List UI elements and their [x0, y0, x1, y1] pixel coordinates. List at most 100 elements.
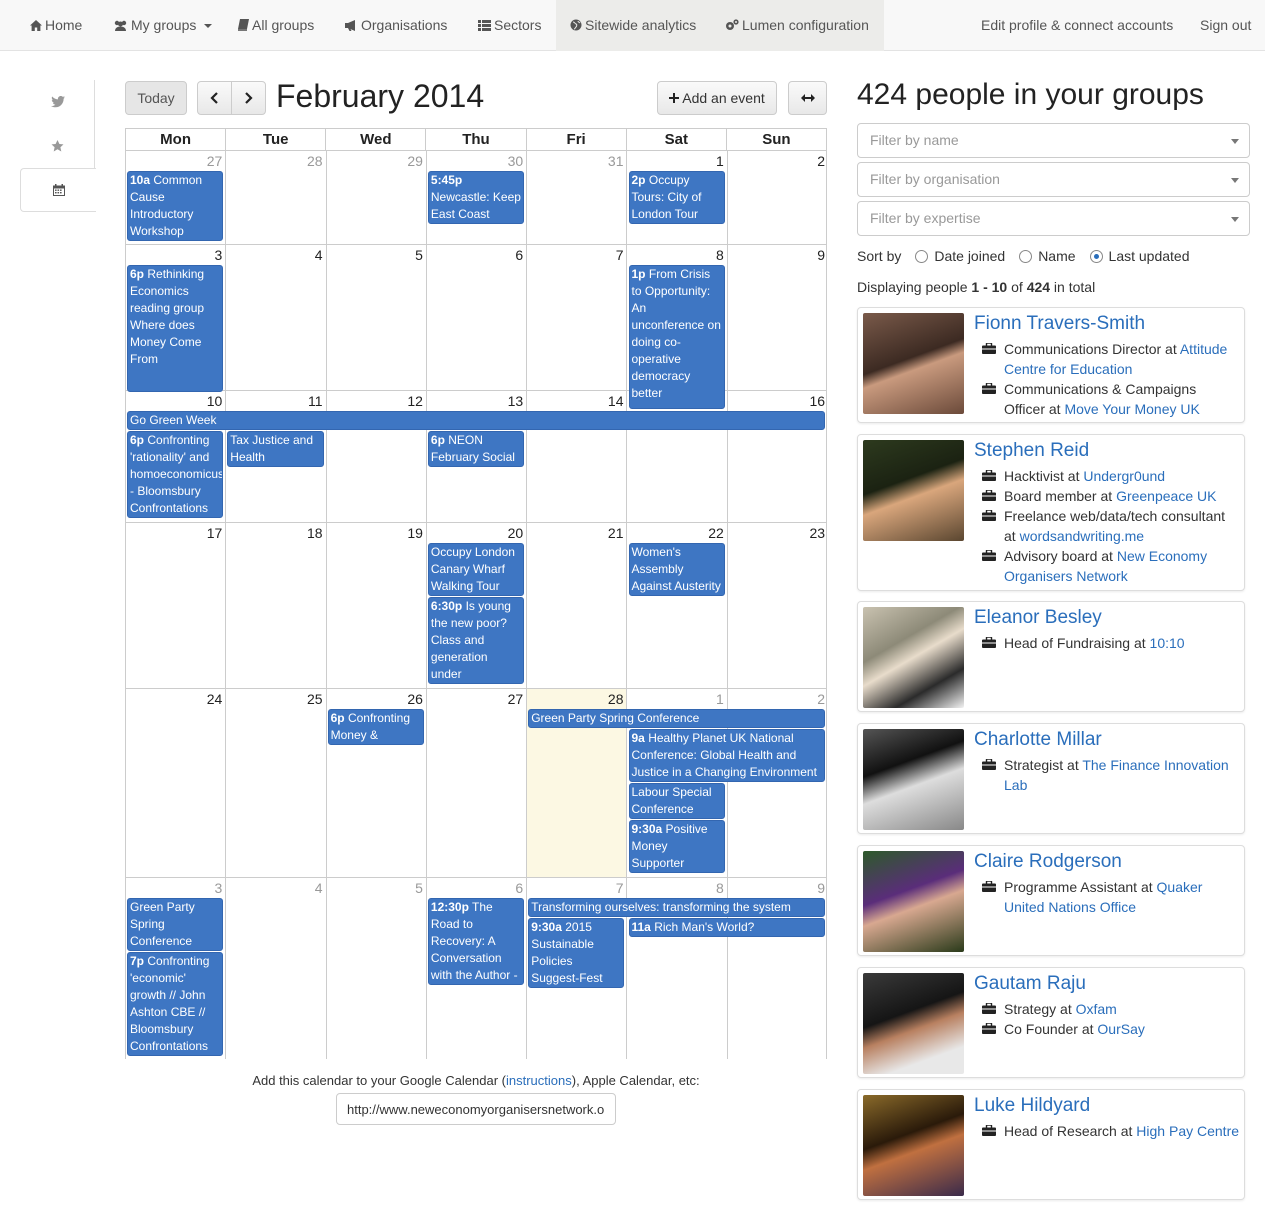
- calendar-event[interactable]: 2p Occupy Tours: City of London Tour: [628, 171, 725, 224]
- nav-sectors[interactable]: Sectors: [478, 0, 541, 51]
- calendar-day-cell[interactable]: 18: [226, 523, 327, 688]
- prev-month-button[interactable]: [197, 81, 232, 115]
- calendar-day-cell[interactable]: 31: [527, 151, 628, 244]
- calendar-day-cell[interactable]: 19: [327, 523, 427, 688]
- role-item: Strategist at The Finance Innovation Lab: [974, 755, 1240, 795]
- calendar-event[interactable]: 6p NEON February Social: [427, 431, 525, 467]
- organisation-link[interactable]: Move Your Money UK: [1064, 401, 1199, 417]
- sort-last-updated-label[interactable]: Last updated: [1109, 248, 1190, 264]
- calendar-event[interactable]: Transforming ourselves: transforming the…: [528, 898, 826, 917]
- person-name-link[interactable]: Eleanor Besley: [974, 607, 1102, 629]
- avatar[interactable]: [863, 1095, 964, 1196]
- organisation-link[interactable]: OurSay: [1097, 1021, 1144, 1037]
- calendar-event[interactable]: 12:30p The Road to Recovery: A Conversat…: [427, 898, 525, 985]
- role-title: Advisory board at: [1004, 548, 1117, 564]
- avatar[interactable]: [863, 851, 964, 952]
- filter-by-expertise[interactable]: Filter by expertise: [857, 201, 1250, 236]
- calendar-day-cell[interactable]: 4: [226, 878, 327, 1059]
- calendar-day-cell[interactable]: 4: [226, 245, 327, 390]
- calendar-day-cell[interactable]: 23: [728, 523, 828, 688]
- calendar-event[interactable]: 10a Common Cause Introductory Workshop: [127, 171, 224, 241]
- calendar-event[interactable]: 6p Rethinking Economics reading group Wh…: [127, 265, 224, 392]
- person-name-link[interactable]: Luke Hildyard: [974, 1095, 1090, 1117]
- nav-sign-out[interactable]: Sign out: [1200, 0, 1251, 51]
- calendar-day-cell[interactable]: 6: [427, 245, 528, 390]
- nav-my-groups[interactable]: My groups: [113, 0, 213, 51]
- filter-by-organisation[interactable]: Filter by organisation: [857, 162, 1250, 197]
- ical-url-input[interactable]: [336, 1093, 616, 1125]
- person-name-link[interactable]: Claire Rodgerson: [974, 851, 1122, 873]
- organisation-link[interactable]: Greenpeace UK: [1116, 488, 1216, 504]
- person-name-link[interactable]: Fionn Travers-Smith: [974, 313, 1145, 335]
- avatar[interactable]: [863, 440, 964, 541]
- calendar-day-cell[interactable]: 25: [226, 689, 327, 877]
- calendar-day-cell[interactable]: 7: [527, 245, 628, 390]
- filter-by-name[interactable]: Filter by name: [857, 123, 1250, 158]
- day-header: Mon: [126, 129, 227, 150]
- sort-last-updated-radio[interactable]: [1089, 249, 1103, 263]
- calendar-event[interactable]: Labour Special Conference 2014: [628, 783, 725, 819]
- calendar-event[interactable]: Women's Assembly Against Austerity: [628, 543, 725, 596]
- person-card: Charlotte Millar Strategist at The Financ…: [857, 723, 1245, 834]
- calendar-event[interactable]: Tax Justice and Health: [227, 431, 324, 467]
- organisation-link[interactable]: 10:10: [1150, 635, 1185, 651]
- add-event-button[interactable]: Add an event: [657, 81, 777, 115]
- avatar[interactable]: [863, 313, 964, 414]
- person-name-link[interactable]: Gautam Raju: [974, 973, 1086, 995]
- day-header: Sat: [627, 129, 727, 150]
- calendar-day-cell[interactable]: 5: [327, 878, 427, 1059]
- calendar-day-cell[interactable]: 17: [126, 523, 227, 688]
- calendar-day-cell[interactable]: 29: [327, 151, 427, 244]
- instructions-link[interactable]: instructions: [506, 1073, 572, 1088]
- calendar-day-cell[interactable]: 9: [728, 245, 828, 390]
- sort-date-joined-radio[interactable]: [915, 249, 929, 263]
- organisation-link[interactable]: Oxfam: [1076, 1001, 1117, 1017]
- calendar-day-cell[interactable]: 5: [327, 245, 427, 390]
- calendar-event[interactable]: Occupy London Canary Wharf Walking Tour: [427, 543, 525, 596]
- calendar-event[interactable]: 6:30p Is young the new poor? Class and g…: [427, 597, 525, 684]
- calendar-event[interactable]: 9a Healthy Planet UK National Conference…: [628, 729, 826, 782]
- calendar-event[interactable]: 9:30a Positive Money Supporter Conferenc…: [628, 820, 725, 873]
- calendar-event[interactable]: Go Green Week: [127, 411, 826, 430]
- calendar-event[interactable]: 11a Rich Man's World?: [628, 918, 826, 937]
- event-time: 5:45p: [430, 173, 463, 187]
- avatar[interactable]: [863, 973, 964, 1074]
- avatar[interactable]: [863, 729, 964, 830]
- sort-name-radio[interactable]: [1019, 249, 1033, 263]
- calendar-event[interactable]: 6p Confronting Money & Banking: [327, 709, 424, 745]
- calendar-event[interactable]: 1p From Crisis to Opportunity: An unconf…: [628, 265, 725, 409]
- organisation-link[interactable]: High Pay Centre: [1136, 1123, 1239, 1139]
- nav-lumen-configuration[interactable]: Lumen configuration: [725, 0, 869, 51]
- nav-edit-profile[interactable]: Edit profile & connect accounts: [981, 0, 1173, 51]
- expand-calendar-button[interactable]: [788, 81, 827, 115]
- calendar-day-cell[interactable]: 28: [226, 151, 327, 244]
- nav-organisations[interactable]: Organisations: [345, 0, 447, 51]
- next-month-button[interactable]: [231, 81, 266, 115]
- tab-favourites[interactable]: [20, 124, 95, 168]
- calendar-day-cell[interactable]: 24: [126, 689, 227, 877]
- calendar-event[interactable]: 9:30a 2015 Sustainable Policies Suggest-…: [528, 918, 625, 988]
- calendar-day-cell[interactable]: 2: [728, 151, 828, 244]
- calendar-event[interactable]: Green Party Spring Conference: [528, 709, 826, 728]
- role-item: Co Founder at OurSay: [974, 1019, 1240, 1039]
- today-button[interactable]: Today: [125, 81, 187, 115]
- tab-twitter[interactable]: [20, 80, 95, 124]
- person-name-link[interactable]: Stephen Reid: [974, 440, 1089, 462]
- sort-date-joined-label[interactable]: Date joined: [934, 248, 1005, 264]
- calendar-footer: Add this calendar to your Google Calenda…: [125, 1073, 827, 1088]
- tab-calendar[interactable]: [20, 168, 96, 212]
- calendar-event[interactable]: 6p Confronting 'rationality' and homoeco…: [127, 431, 224, 518]
- person-name-link[interactable]: Charlotte Millar: [974, 729, 1102, 751]
- calendar-day-cell[interactable]: 21: [527, 523, 628, 688]
- organisation-link[interactable]: Undergr0und: [1083, 468, 1165, 484]
- sort-name-label[interactable]: Name: [1038, 248, 1075, 264]
- avatar[interactable]: [863, 607, 964, 708]
- calendar-day-cell[interactable]: 27: [427, 689, 528, 877]
- calendar-event[interactable]: Green Party Spring Conference: [127, 898, 224, 951]
- nav-home[interactable]: Home: [30, 0, 82, 51]
- organisation-link[interactable]: wordsandwriting.me: [1020, 528, 1145, 544]
- calendar-event[interactable]: 7p Confronting 'economic' growth // John…: [127, 952, 224, 1056]
- nav-home-label: Home: [45, 17, 83, 33]
- nav-all-groups[interactable]: All groups: [238, 0, 314, 51]
- calendar-event[interactable]: 5:45p Newcastle: Keep East Coast Public!: [427, 171, 525, 224]
